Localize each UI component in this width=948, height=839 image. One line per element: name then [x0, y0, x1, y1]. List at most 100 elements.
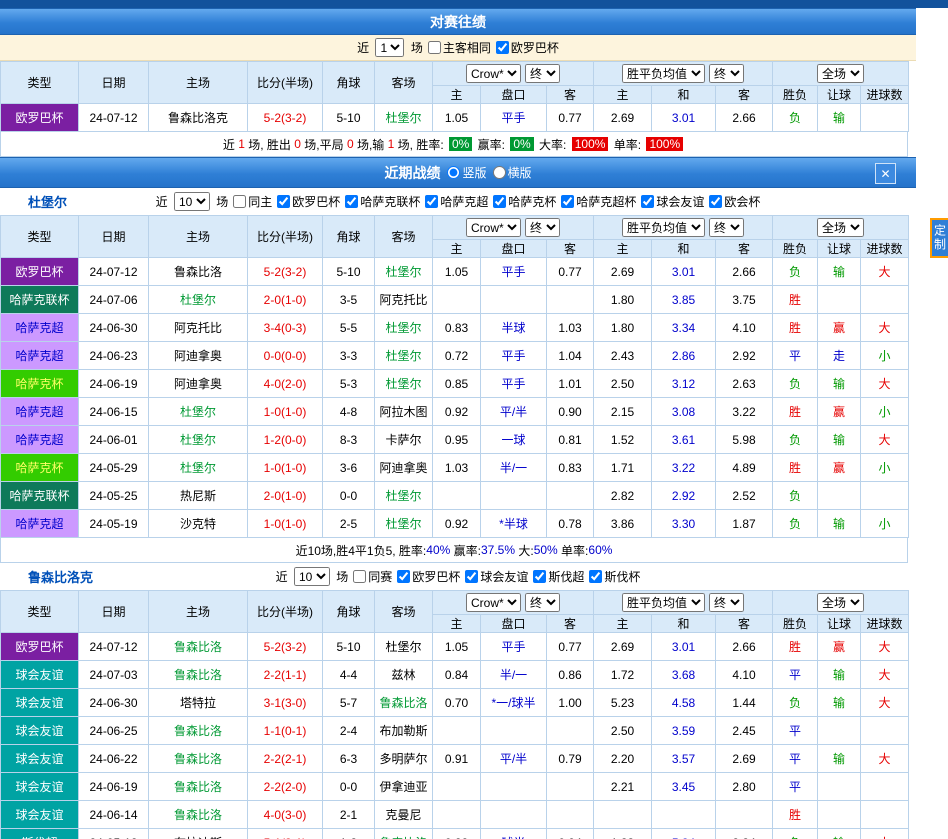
avg-away-cell: 4.89: [716, 454, 773, 482]
section0-result-sub-header-2: 进球数: [861, 240, 909, 258]
section1-league-checkbox-2[interactable]: [533, 570, 546, 583]
section1-league-checkbox-1[interactable]: [465, 570, 478, 583]
handicap-result-cell: [818, 801, 861, 829]
h2h-avg-stage-select[interactable]: 终: [709, 64, 744, 83]
section1-recent-label: 近: [276, 568, 291, 585]
section0-league-checkbox-3[interactable]: [493, 195, 506, 208]
section0-avg-odds-select[interactable]: 胜平负均值: [622, 218, 705, 237]
league-type-cell: 欧罗巴杯: [1, 633, 79, 661]
result-cell: 胜: [773, 398, 818, 426]
section1-scope-dropdown-cell: 全场: [773, 591, 909, 615]
home-odds-cell: 0.85: [433, 370, 481, 398]
h2h-result-sub-header-1: 让球: [818, 86, 861, 104]
avg-home-cell: 2.43: [594, 342, 652, 370]
section1-avg-stage-select[interactable]: 终: [709, 593, 744, 612]
home-team-cell: 塔特拉: [149, 689, 248, 717]
section0-league-checkbox-0[interactable]: [277, 195, 290, 208]
section0-avg-stage-select[interactable]: 终: [709, 218, 744, 237]
goals-result-cell: 大: [861, 426, 909, 454]
h2h-bookmaker-select[interactable]: Crow*: [466, 64, 521, 83]
handicap-result-cell: 输: [818, 426, 861, 454]
summary-segment: 大:: [515, 542, 534, 559]
section1-avg-odds-select[interactable]: 胜平负均值: [622, 593, 705, 612]
section0-match-row-3: 哈萨克超24-06-23阿迪拿奥0-0(0-0)3-3杜堡尔0.72平手1.04…: [1, 342, 909, 370]
layout-radio-1[interactable]: [493, 166, 506, 179]
goals-result-cell: 小: [861, 342, 909, 370]
section0-match-row-1: 哈萨克联杯24-07-06杜堡尔2-0(1-0)3-5阿克托比1.803.853…: [1, 286, 909, 314]
handicap-result-cell: [818, 286, 861, 314]
section0-bookmaker-select[interactable]: Crow*: [466, 218, 521, 237]
section1-league-label-2: 斯伐超: [548, 568, 584, 585]
section1-match-count-select[interactable]: 10: [294, 567, 330, 586]
away-odds-cell: [547, 801, 594, 829]
h2h-league-checkbox-0[interactable]: [496, 41, 509, 54]
h2h-match-count-select[interactable]: 1: [375, 38, 404, 57]
avg-draw-cell: 3.12: [652, 370, 716, 398]
handicap-result-cell: 输: [818, 689, 861, 717]
section0-odds-stage-select[interactable]: 终: [525, 218, 560, 237]
section0-league-checkbox-2[interactable]: [425, 195, 438, 208]
h2h-scope-select[interactable]: 全场: [817, 64, 864, 83]
away-team-cell: 阿克托比: [375, 286, 433, 314]
close-icon[interactable]: ✕: [875, 163, 896, 184]
section1-same-venue-checkbox[interactable]: [353, 570, 366, 583]
section1-match-row-2: 球会友谊24-06-30塔特拉3-1(3-0)5-7鲁森比洛0.70*一/球半1…: [1, 689, 909, 717]
corner-cell: 2-4: [323, 717, 375, 745]
away-odds-cell: 1.01: [547, 370, 594, 398]
home-team-cell: 鲁森比洛: [149, 661, 248, 689]
section0-same-venue-checkbox[interactable]: [233, 195, 246, 208]
section1-league-label-0: 欧罗巴杯: [412, 568, 460, 585]
section0-league-label-3: 哈萨克杯: [508, 193, 556, 210]
h2h-col-header-1: 日期: [79, 62, 149, 104]
home-team-cell: 阿克托比: [149, 314, 248, 342]
section1-league-checkbox-3[interactable]: [589, 570, 602, 583]
away-odds-cell: 1.04: [547, 342, 594, 370]
section0-match-count-select[interactable]: 10: [174, 192, 210, 211]
section1-league-label-1: 球会友谊: [480, 568, 528, 585]
customize-side-tab[interactable]: 定制: [930, 218, 948, 258]
section1-bookmaker-select[interactable]: Crow*: [466, 593, 521, 612]
summary-segment: 0: [347, 137, 354, 151]
section1-league-checkbox-0[interactable]: [397, 570, 410, 583]
summary-segment: 赢率:: [474, 136, 508, 153]
corner-cell: 1-3: [323, 829, 375, 839]
result-cell: 负: [773, 370, 818, 398]
summary-segment: 近: [223, 136, 238, 153]
handicap-cell: *一/球半: [481, 689, 547, 717]
handicap-cell: 平手: [481, 258, 547, 286]
avg-draw-cell: 3.34: [652, 314, 716, 342]
section1-title-row: 鲁森比洛克近 10 场同赛欧罗巴杯球会友谊斯伐超斯伐杯: [0, 563, 916, 590]
corner-cell: 2-1: [323, 801, 375, 829]
section0-league-checkbox-6[interactable]: [709, 195, 722, 208]
league-type-cell: 哈萨克超: [1, 342, 79, 370]
handicap-cell: 半球: [481, 314, 547, 342]
section0-league-checkbox-4[interactable]: [561, 195, 574, 208]
section0-scope-select[interactable]: 全场: [817, 218, 864, 237]
score-cell: 5-1(3-1): [248, 829, 323, 839]
h2h-odds-stage-select[interactable]: 终: [525, 64, 560, 83]
h2h-odds-sub-header-2: 客: [547, 86, 594, 104]
league-type-cell: 哈萨克超: [1, 426, 79, 454]
section1-odds-stage-select[interactable]: 终: [525, 593, 560, 612]
corner-cell: 5-5: [323, 314, 375, 342]
section1-result-sub-header-2: 进球数: [861, 615, 909, 633]
handicap-cell: 半/一: [481, 454, 547, 482]
section0-match-row-8: 哈萨克联杯24-05-25热尼斯2-0(1-0)0-0杜堡尔2.822.922.…: [1, 482, 909, 510]
section0-league-checkbox-1[interactable]: [345, 195, 358, 208]
section0-league-checkbox-5[interactable]: [641, 195, 654, 208]
avg-draw-cell: 4.58: [652, 689, 716, 717]
match-date-cell: 24-07-03: [79, 661, 149, 689]
h2h-col-header-4: 角球: [323, 62, 375, 104]
away-team-cell: 杜堡尔: [375, 370, 433, 398]
handicap-result-cell: 赢: [818, 454, 861, 482]
handicap-cell: 平手: [481, 633, 547, 661]
league-type-cell: 斯伐超: [1, 829, 79, 839]
goals-result-cell: 大: [861, 258, 909, 286]
section0-match-row-7: 哈萨克杯24-05-29杜堡尔1-0(1-0)3-6阿迪拿奥1.03半/一0.8…: [1, 454, 909, 482]
h2h-avg-odds-select[interactable]: 胜平负均值: [622, 64, 705, 83]
h2h-same-venue-checkbox[interactable]: [428, 41, 441, 54]
away-team-cell: 多明萨尔: [375, 745, 433, 773]
section1-scope-select[interactable]: 全场: [817, 593, 864, 612]
summary-segment: 50%: [534, 543, 558, 557]
layout-radio-0[interactable]: [447, 166, 460, 179]
